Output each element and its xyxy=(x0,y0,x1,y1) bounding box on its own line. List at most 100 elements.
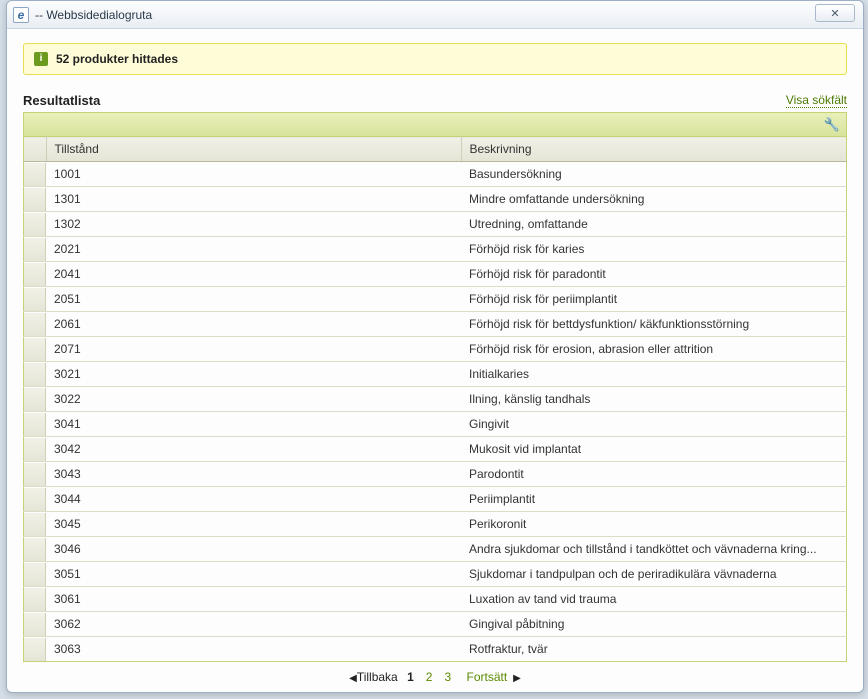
table-row[interactable]: 3022Ilning, känslig tandhals xyxy=(24,387,847,412)
cell-code: 2051 xyxy=(46,287,461,312)
row-handle[interactable] xyxy=(24,163,46,186)
pager-back[interactable]: Tillbaka xyxy=(357,670,398,684)
row-handle[interactable] xyxy=(24,188,46,211)
cell-desc: Initialkaries xyxy=(461,362,847,387)
list-title: Resultatlista xyxy=(23,93,100,108)
row-handle[interactable] xyxy=(24,463,46,486)
table-row[interactable]: 1001Basundersökning xyxy=(24,162,847,187)
cell-code: 3044 xyxy=(46,487,461,512)
dialog-content: i 52 produkter hittades Resultatlista Vi… xyxy=(7,29,863,693)
dialog-window: e -- Webbsidedialogruta ✕ i 52 produkter… xyxy=(6,0,864,693)
table-row[interactable]: 2021Förhöjd risk för karies xyxy=(24,237,847,262)
cell-desc: Förhöjd risk för karies xyxy=(461,237,847,262)
cell-code: 3063 xyxy=(46,637,461,662)
table-row[interactable]: 2071Förhöjd risk för erosion, abrasion e… xyxy=(24,337,847,362)
cell-desc: Mukosit vid implantat xyxy=(461,437,847,462)
table-row[interactable]: 3046Andra sjukdomar och tillstånd i tand… xyxy=(24,537,847,562)
close-icon: ✕ xyxy=(830,7,839,20)
info-icon: i xyxy=(34,52,48,66)
cell-desc: Parodontit xyxy=(461,462,847,487)
table-row[interactable]: 2051Förhöjd risk för periimplantit xyxy=(24,287,847,312)
row-selector-header xyxy=(24,137,47,162)
row-handle[interactable] xyxy=(24,563,46,586)
cell-desc: Förhöjd risk för erosion, abrasion eller… xyxy=(461,337,847,362)
cell-desc: Sjukdomar i tandpulpan och de periradiku… xyxy=(461,562,847,587)
row-handle[interactable] xyxy=(24,238,46,261)
table-row[interactable]: 3051Sjukdomar i tandpulpan och de perira… xyxy=(24,562,847,587)
list-toolbar: 🔧 xyxy=(23,112,847,136)
cell-code: 3061 xyxy=(46,587,461,612)
row-handle[interactable] xyxy=(24,388,46,411)
cell-desc: Förhöjd risk för paradontit xyxy=(461,262,847,287)
table-row[interactable]: 3044Periimplantit xyxy=(24,487,847,512)
row-handle[interactable] xyxy=(24,338,46,361)
cell-code: 2071 xyxy=(46,337,461,362)
cell-code: 3062 xyxy=(46,612,461,637)
cell-code: 2021 xyxy=(46,237,461,262)
row-handle[interactable] xyxy=(24,638,46,661)
table-header-row: Tillstånd Beskrivning xyxy=(24,137,847,162)
cell-desc: Periimplantit xyxy=(461,487,847,512)
table-row[interactable]: 3043Parodontit xyxy=(24,462,847,487)
cell-desc: Gingival påbitning xyxy=(461,612,847,637)
cell-code: 3043 xyxy=(46,462,461,487)
cell-desc: Mindre omfattande undersökning xyxy=(461,187,847,212)
row-handle[interactable] xyxy=(24,488,46,511)
cell-code: 2061 xyxy=(46,312,461,337)
cell-code: 2041 xyxy=(46,262,461,287)
table-row[interactable]: 3021Initialkaries xyxy=(24,362,847,387)
table-row[interactable]: 2041Förhöjd risk för paradontit xyxy=(24,262,847,287)
cell-desc: Perikoronit xyxy=(461,512,847,537)
row-handle[interactable] xyxy=(24,263,46,286)
table-row[interactable]: 3062Gingival påbitning xyxy=(24,612,847,637)
cell-code: 3041 xyxy=(46,412,461,437)
row-handle[interactable] xyxy=(24,288,46,311)
cell-code: 1302 xyxy=(46,212,461,237)
row-handle[interactable] xyxy=(24,413,46,436)
cell-code: 3046 xyxy=(46,537,461,562)
chevron-left-icon: ◀ xyxy=(349,673,357,684)
cell-code: 3042 xyxy=(46,437,461,462)
row-handle[interactable] xyxy=(24,613,46,636)
window-title: -- Webbsidedialogruta xyxy=(35,8,152,22)
cell-code: 3022 xyxy=(46,387,461,412)
row-handle[interactable] xyxy=(24,513,46,536)
cell-desc: Förhöjd risk för periimplantit xyxy=(461,287,847,312)
close-button[interactable]: ✕ xyxy=(815,4,855,22)
ie-favicon: e xyxy=(13,7,29,23)
table-row[interactable]: 3041Gingivit xyxy=(24,412,847,437)
pager-forward[interactable]: Fortsätt xyxy=(466,670,507,684)
row-handle[interactable] xyxy=(24,438,46,461)
table-row[interactable]: 3063Rotfraktur, tvär xyxy=(24,637,847,662)
table-row[interactable]: 2061Förhöjd risk för bettdysfunktion/ kä… xyxy=(24,312,847,337)
row-handle[interactable] xyxy=(24,313,46,336)
cell-desc: Ilning, känslig tandhals xyxy=(461,387,847,412)
cell-desc: Rotfraktur, tvär xyxy=(461,637,847,662)
pager-page[interactable]: 2 xyxy=(426,670,433,684)
row-handle[interactable] xyxy=(24,588,46,611)
table-row[interactable]: 1301Mindre omfattande undersökning xyxy=(24,187,847,212)
table-row[interactable]: 3042Mukosit vid implantat xyxy=(24,437,847,462)
row-handle[interactable] xyxy=(24,538,46,561)
show-search-link[interactable]: Visa sökfält xyxy=(786,93,847,108)
cell-desc: Luxation av tand vid trauma xyxy=(461,587,847,612)
cell-code: 3045 xyxy=(46,512,461,537)
column-header-code[interactable]: Tillstånd xyxy=(46,137,461,162)
cell-code: 1001 xyxy=(46,162,461,187)
result-banner: i 52 produkter hittades xyxy=(23,43,847,75)
row-handle[interactable] xyxy=(24,363,46,386)
cell-code: 3021 xyxy=(46,362,461,387)
cell-desc: Gingivit xyxy=(461,412,847,437)
wrench-icon[interactable]: 🔧 xyxy=(824,117,840,133)
table-row[interactable]: 1302Utredning, omfattande xyxy=(24,212,847,237)
table-row[interactable]: 3045Perikoronit xyxy=(24,512,847,537)
pager-page-current[interactable]: 1 xyxy=(407,670,414,684)
pager-page[interactable]: 3 xyxy=(444,670,451,684)
pager: ◀Tillbaka 123 Fortsätt ▶ xyxy=(23,662,847,688)
chevron-right-icon: ▶ xyxy=(513,673,521,684)
column-header-desc[interactable]: Beskrivning xyxy=(461,137,847,162)
cell-desc: Basundersökning xyxy=(461,162,847,187)
row-handle[interactable] xyxy=(24,213,46,236)
list-header-row: Resultatlista Visa sökfält xyxy=(23,93,847,108)
table-row[interactable]: 3061Luxation av tand vid trauma xyxy=(24,587,847,612)
